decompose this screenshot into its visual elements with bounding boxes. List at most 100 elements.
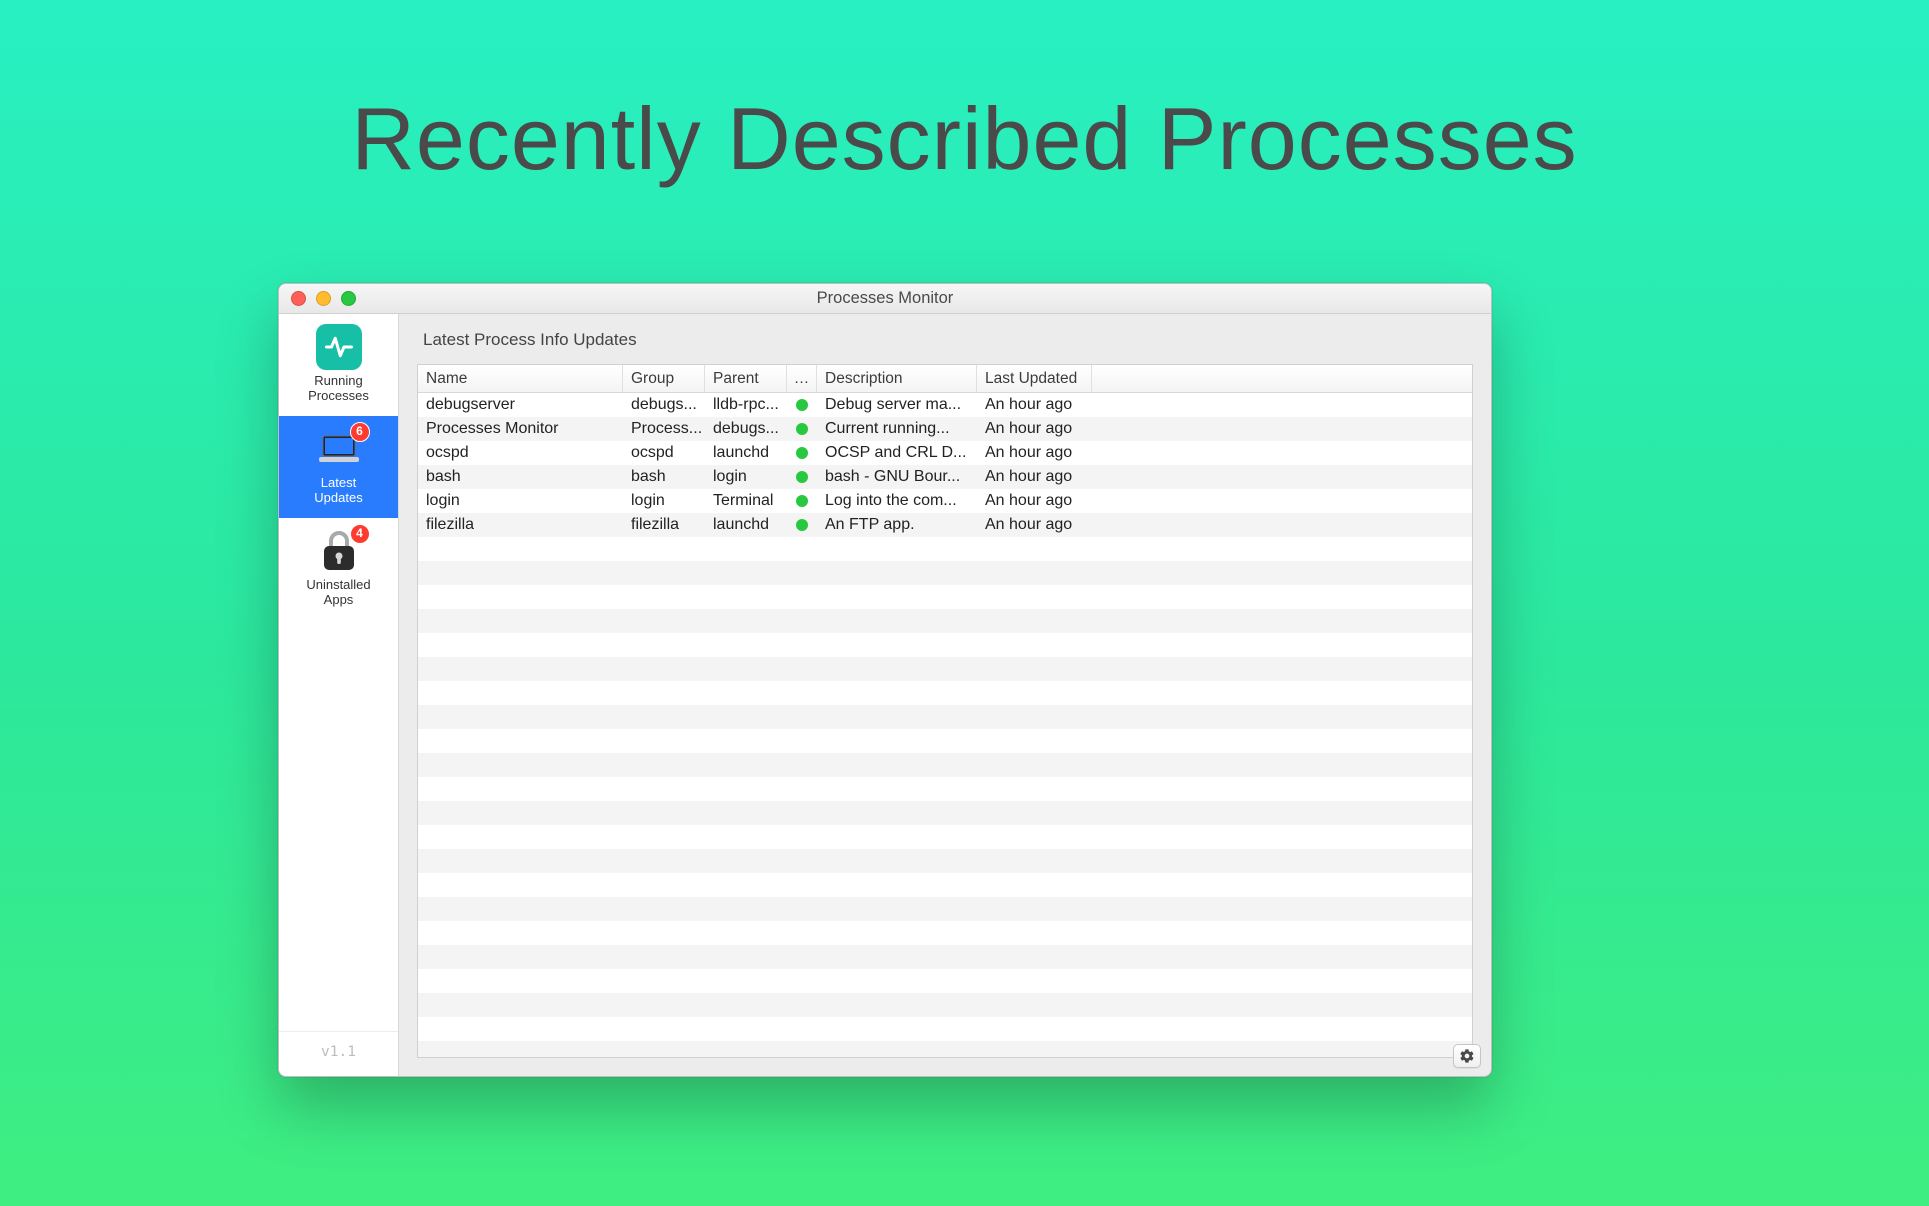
status-dot-icon [796,471,808,483]
table-row-empty [418,777,1472,801]
minimize-window-button[interactable] [316,291,331,306]
sidebar-item-label: Running Processes [308,374,369,404]
cell-group: debugs... [623,393,705,417]
col-header-lastupdated[interactable]: Last Updated [977,365,1092,392]
cell-status [787,489,817,513]
sidebar-item-uninstalled-apps[interactable]: 4 Uninstalled Apps [279,518,398,620]
version-label: v1.1 [279,1031,398,1076]
cell-parent: launchd [705,441,787,465]
table-row-empty [418,729,1472,753]
cell-status [787,465,817,489]
lock-icon: 4 [316,528,362,574]
cell-status [787,441,817,465]
table-row-empty [418,969,1472,993]
main-pane: Latest Process Info Updates Name Group P… [399,314,1491,1076]
badge: 6 [350,422,370,442]
cell-parent: Terminal [705,489,787,513]
settings-button[interactable] [1453,1044,1481,1068]
status-dot-icon [796,399,808,411]
page-title: Recently Described Processes [0,0,1929,190]
cell-status [787,393,817,417]
table-row-empty [418,561,1472,585]
cell-parent: debugs... [705,417,787,441]
cell-name: ocspd [418,441,623,465]
table-row-empty [418,633,1472,657]
table-row-empty [418,945,1472,969]
cell-name: filezilla [418,513,623,537]
cell-status [787,417,817,441]
col-header-description[interactable]: Description [817,365,977,392]
sidebar: Running Processes 6 Latest Updates [279,314,399,1076]
col-header-filler [1092,365,1472,392]
table-row[interactable]: filezillafilezillalaunchdAn FTP app.An h… [418,513,1472,537]
table-row-empty [418,1041,1472,1057]
table-row[interactable]: debugserverdebugs...lldb-rpc... Debug ser… [418,393,1472,417]
heartbeat-icon [316,324,362,370]
gear-icon [1459,1048,1475,1064]
close-window-button[interactable] [291,291,306,306]
cell-description: Current running... [817,417,977,441]
cell-group: filezilla [623,513,705,537]
cell-description: Log into the com... [817,489,977,513]
zoom-window-button[interactable] [341,291,356,306]
cell-lastupdated: An hour ago [977,393,1092,417]
sidebar-item-label: Uninstalled Apps [306,578,370,608]
table-row-empty [418,753,1472,777]
status-dot-icon [796,447,808,459]
cell-name: bash [418,465,623,489]
cell-parent: lldb-rpc... [705,393,787,417]
table-row[interactable]: bashbashloginbash - GNU Bour...An hour a… [418,465,1472,489]
cell-description: bash - GNU Bour... [817,465,977,489]
cell-description: Debug server ma... [817,393,977,417]
cell-description: An FTP app. [817,513,977,537]
table-row-empty [418,657,1472,681]
col-header-parent[interactable]: Parent [705,365,787,392]
cell-name: login [418,489,623,513]
table-row-empty [418,993,1472,1017]
sidebar-item-latest-updates[interactable]: 6 Latest Updates [279,416,398,518]
updates-table: Name Group Parent … Description Last Upd… [417,364,1473,1058]
cell-group: ocspd [623,441,705,465]
cell-description: OCSP and CRL D... [817,441,977,465]
table-row[interactable]: ocspdocspdlaunchdOCSP and CRL D...An hou… [418,441,1472,465]
traffic-lights [279,291,356,306]
cell-parent: login [705,465,787,489]
cell-lastupdated: An hour ago [977,513,1092,537]
window-title: Processes Monitor [279,289,1491,308]
table-row[interactable]: loginloginTerminalLog into the com...An … [418,489,1472,513]
table-row-empty [418,825,1472,849]
section-header: Latest Process Info Updates [399,314,1491,358]
laptop-icon: 6 [316,426,362,472]
table-header-row: Name Group Parent … Description Last Upd… [418,365,1472,393]
table-row-empty [418,801,1472,825]
cell-name: Processes Monitor [418,417,623,441]
status-dot-icon [796,423,808,435]
table-row-empty [418,585,1472,609]
cell-lastupdated: An hour ago [977,417,1092,441]
window-titlebar[interactable]: Processes Monitor [279,284,1491,314]
table-row-empty [418,609,1472,633]
table-row-empty [418,681,1472,705]
status-dot-icon [796,495,808,507]
table-row-empty [418,897,1472,921]
app-window: Processes Monitor Running Processes [278,283,1492,1077]
table-row[interactable]: Processes MonitorProcess...debugs...Curr… [418,417,1472,441]
cell-group: bash [623,465,705,489]
cell-lastupdated: An hour ago [977,489,1092,513]
table-row-empty [418,873,1472,897]
cell-status [787,513,817,537]
table-row-empty [418,1017,1472,1041]
cell-parent: launchd [705,513,787,537]
col-header-name[interactable]: Name [418,365,623,392]
col-header-group[interactable]: Group [623,365,705,392]
cell-lastupdated: An hour ago [977,465,1092,489]
table-row-empty [418,537,1472,561]
cell-lastupdated: An hour ago [977,441,1092,465]
col-header-status[interactable]: … [787,365,817,392]
cell-group: login [623,489,705,513]
sidebar-item-label: Latest Updates [314,476,362,506]
table-row-empty [418,921,1472,945]
cell-name: debugserver [418,393,623,417]
sidebar-item-running-processes[interactable]: Running Processes [279,314,398,416]
status-dot-icon [796,519,808,531]
